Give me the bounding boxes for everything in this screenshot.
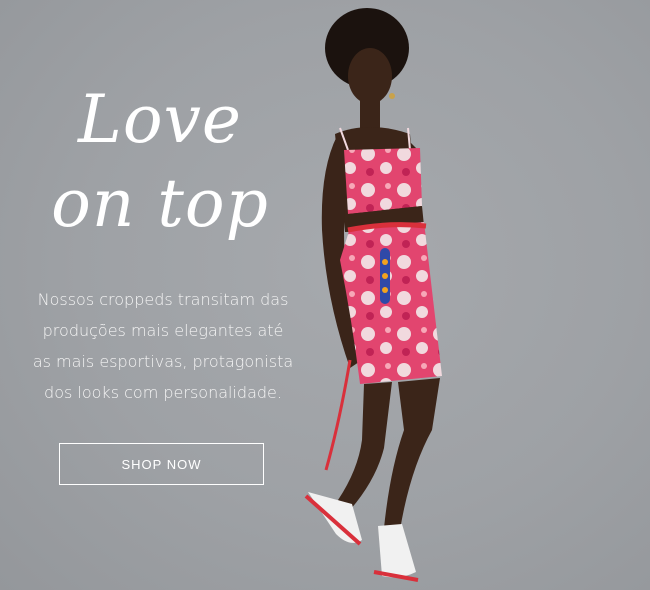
body-copy-line: dos looks com personalidade.: [44, 383, 282, 402]
face-shape: [348, 48, 392, 104]
crop-top-shape: [344, 148, 422, 214]
shop-now-button[interactable]: SHOP NOW: [59, 443, 264, 485]
headline-line-1: Love: [78, 81, 242, 158]
body-copy-line: produções mais elegantes até: [42, 321, 284, 340]
shop-now-label: SHOP NOW: [121, 456, 202, 472]
headline-line-2: on top: [51, 165, 269, 242]
neck-shape: [360, 98, 380, 132]
promo-banner: Love on top Nossos croppeds transitam da…: [0, 0, 650, 590]
right-leg-shape: [384, 378, 440, 530]
headline: Love on top: [0, 78, 320, 246]
body-copy-line: as mais esportivas, protagonista: [32, 352, 294, 371]
body-copy-line: Nossos croppeds transitam das: [37, 290, 289, 309]
hanging-strap: [324, 359, 352, 471]
left-leg-shape: [338, 382, 392, 510]
model-photo: [304, 8, 442, 582]
body-copy: Nossos croppeds transitam das produções …: [8, 284, 318, 408]
right-sandal: [378, 524, 416, 578]
earring-shape: [389, 93, 395, 99]
